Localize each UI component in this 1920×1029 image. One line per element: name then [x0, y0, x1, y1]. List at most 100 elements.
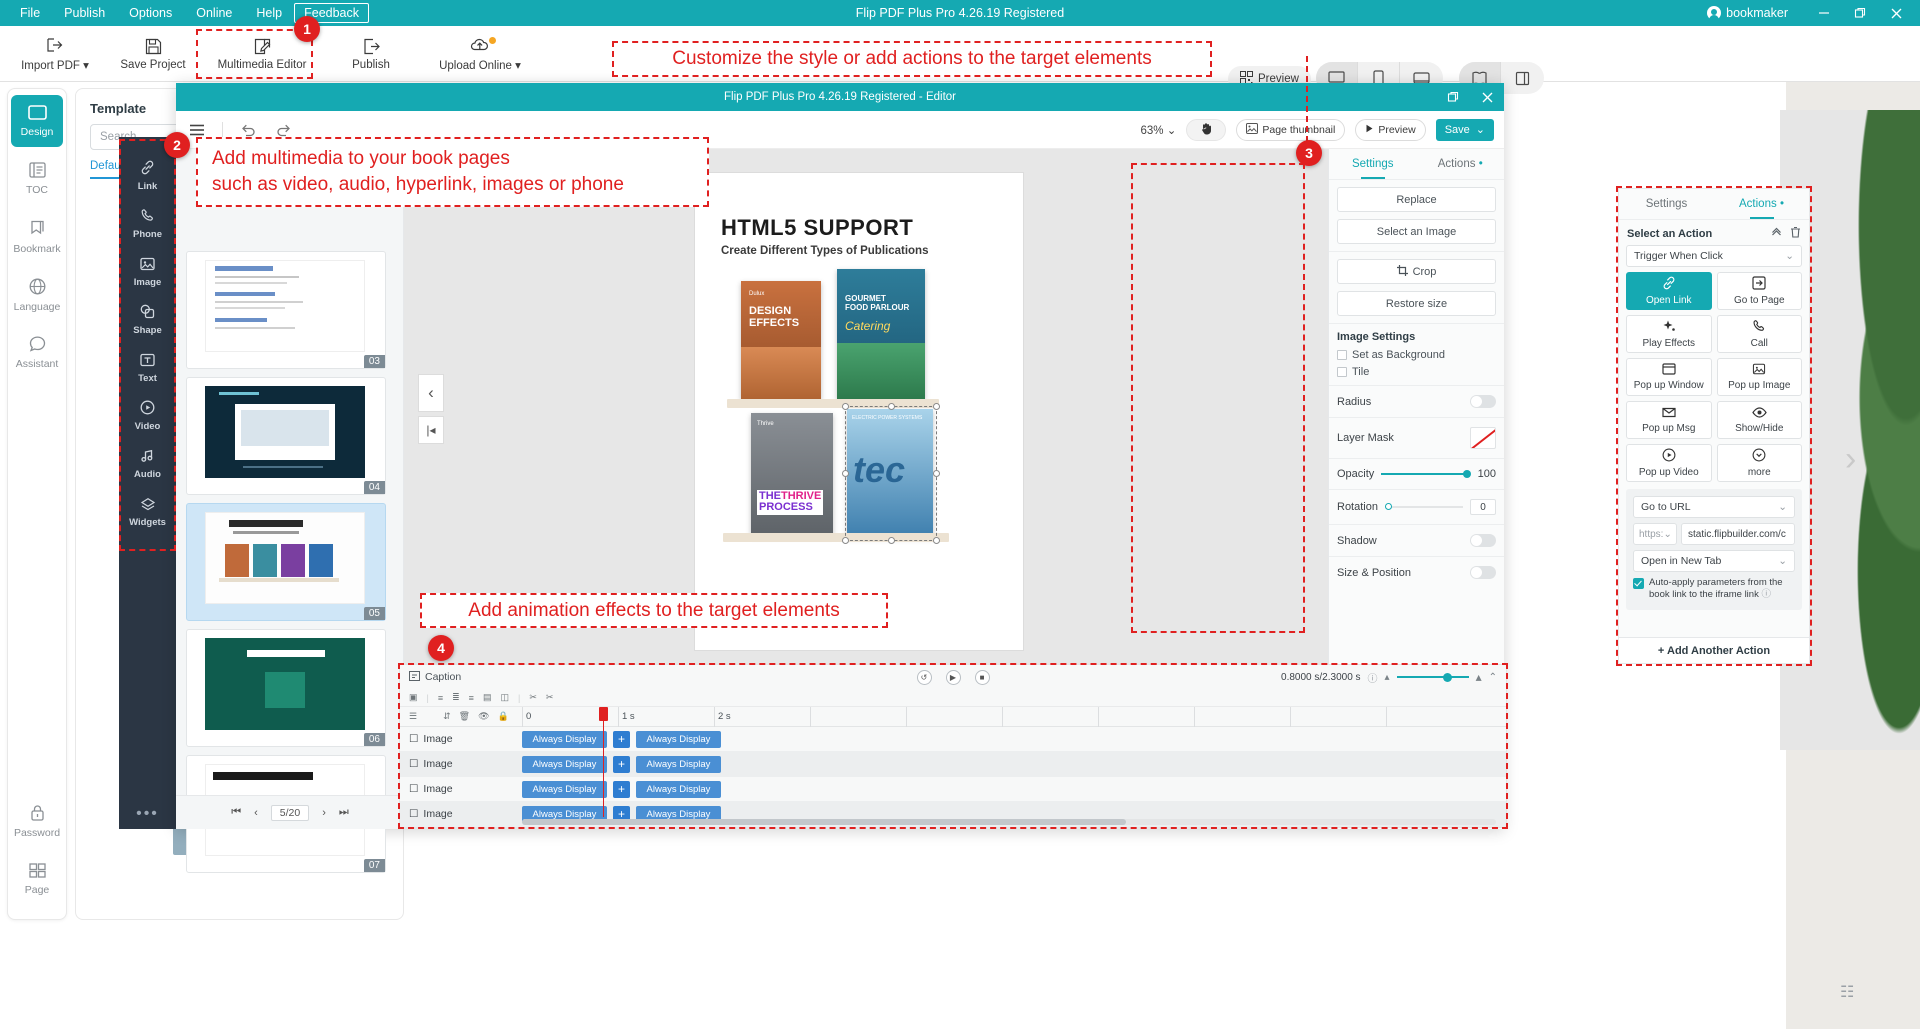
timeline-clip-left[interactable]: Always Display [522, 781, 607, 798]
sidebar-item-page[interactable]: Page [11, 853, 63, 905]
shadow-row[interactable]: Shadow [1329, 524, 1504, 556]
timeline-zoom-slider[interactable] [1397, 676, 1469, 678]
action-open-link[interactable]: Open Link [1626, 272, 1712, 310]
layers-icon[interactable]: ☰ [409, 711, 417, 722]
selection-frame[interactable] [845, 406, 937, 541]
menu-item-help[interactable]: Help [244, 3, 294, 23]
zoom-level[interactable]: 63% ⌄ [1141, 123, 1177, 137]
chevron-up-icon[interactable] [1771, 226, 1782, 241]
align-left-icon[interactable]: ≡ [438, 693, 443, 703]
cut-icon[interactable]: ✂ [529, 692, 537, 703]
editor-page-list[interactable]: 03 04 05 [176, 149, 404, 829]
action-call[interactable]: Call [1717, 315, 1803, 353]
action-pop-up-window[interactable]: Pop up Window [1626, 358, 1712, 396]
timeline-clip-left[interactable]: Always Display [522, 756, 607, 773]
auto-apply-checkbox[interactable]: Auto-apply parameters from the book link… [1633, 577, 1795, 602]
timeline-row[interactable]: ☐ Image Always Display + Always Display [400, 777, 1506, 802]
timeline-ruler[interactable]: ☰ ⇵ 🗑 👁 🔒 0 1 s 2 s [400, 707, 1506, 727]
menu-item-publish[interactable]: Publish [52, 3, 117, 23]
menu-item-file[interactable]: File [8, 3, 52, 23]
align-objects-icon[interactable]: ▣ [409, 692, 418, 703]
timeline-add-keyframe[interactable]: + [613, 731, 630, 748]
book-cover-1[interactable]: Dulux DESIGNEFFECTS [741, 281, 821, 399]
size-position-toggle[interactable] [1470, 566, 1496, 579]
mm-tool-text[interactable]: Text [119, 344, 176, 392]
opacity-row[interactable]: Opacity 100 [1329, 458, 1504, 489]
sidebar-item-toc[interactable]: TOC [11, 153, 63, 205]
mm-tool-audio[interactable]: Audio [119, 440, 176, 488]
book-cover-2[interactable]: GOURMETFOOD PARLOUR Catering [837, 269, 925, 399]
resize-grip-icon[interactable]: ☷ [1840, 982, 1854, 1002]
action-go-to-page[interactable]: Go to Page [1717, 272, 1803, 310]
action-more[interactable]: more [1717, 444, 1803, 482]
rotation-row[interactable]: Rotation 0 [1329, 489, 1504, 524]
group-icon[interactable]: ◫ [500, 692, 509, 703]
page-canvas-stage[interactable]: HTML5 SUPPORT Create Different Types of … [695, 173, 1023, 650]
prev-page-button[interactable]: ‹ [254, 807, 258, 819]
book-cover-3[interactable]: Thrive THETHRIVEPROCESS [751, 413, 833, 535]
hand-tool-button[interactable] [1186, 119, 1226, 141]
timeline-playhead[interactable] [599, 707, 608, 721]
protocol-select[interactable]: https: ⌄ [1633, 523, 1677, 545]
mm-tool-video[interactable]: Video [119, 392, 176, 440]
info-icon[interactable]: ⓘ [1761, 589, 1771, 600]
mm-tool-shape[interactable]: Shape [119, 296, 176, 344]
rotation-slider-handle[interactable] [1385, 503, 1392, 510]
target-select[interactable]: Open in New Tab ⌄ [1633, 550, 1795, 572]
trigger-select[interactable]: Trigger When Click ⌄ [1626, 245, 1802, 267]
replace-button[interactable]: Replace [1337, 187, 1496, 212]
user-account[interactable]: bookmaker [1707, 6, 1788, 20]
page-card-06[interactable]: 06 [186, 629, 386, 747]
action-pop-up-video[interactable]: Pop up Video [1626, 444, 1712, 482]
canvas-first-arrow[interactable]: |◂ [418, 416, 444, 444]
mm-tool-image[interactable]: Image [119, 248, 176, 296]
reorder-icon[interactable]: ⇵ [443, 711, 451, 722]
sidebar-item-password[interactable]: Password [11, 795, 63, 847]
link-type-select[interactable]: Go to URL ⌄ [1633, 496, 1795, 518]
sidebar-item-language[interactable]: Language [11, 269, 63, 321]
sidebar-item-bookmark[interactable]: Bookmark [11, 211, 63, 263]
replay-icon[interactable]: ↺ [917, 670, 932, 685]
layer-mask-swatch[interactable] [1470, 427, 1496, 449]
tab-actions[interactable]: Actions • [1417, 149, 1505, 179]
scissors-icon[interactable]: ✂ [546, 692, 554, 703]
tile-checkbox[interactable]: Tile [1337, 366, 1496, 378]
radius-toggle[interactable] [1470, 395, 1496, 408]
mm-tool-link[interactable]: Link [119, 152, 176, 200]
timeline-add-keyframe[interactable]: + [613, 756, 630, 773]
page-thumbnail-button[interactable]: Page thumbnail [1236, 119, 1345, 141]
close-button[interactable] [1878, 0, 1914, 26]
add-another-action-button[interactable]: + Add Another Action [1619, 637, 1809, 663]
canvas-prev-arrow[interactable]: ‹ [418, 374, 444, 412]
tab-settings[interactable]: Settings [1619, 189, 1714, 219]
minimize-button[interactable] [1806, 0, 1842, 26]
import-pdf-button[interactable]: Import PDF ▾ [6, 28, 104, 80]
delete-row-icon[interactable]: 🗑 [459, 711, 470, 722]
align-right-icon[interactable]: ≡ [469, 693, 474, 703]
page-card-05[interactable]: 05 [186, 503, 386, 621]
first-page-button[interactable]: ⏮ [231, 806, 241, 819]
page-flip-right-arrow[interactable]: › [1845, 440, 1856, 479]
restore-size-button[interactable]: Restore size [1337, 291, 1496, 316]
shadow-toggle[interactable] [1470, 534, 1496, 547]
upload-online-button[interactable]: Upload Online ▾ [420, 28, 540, 80]
timeline-clip-right[interactable]: Always Display [636, 731, 721, 748]
mm-tool-phone[interactable]: Phone [119, 200, 176, 248]
align-center-icon[interactable]: ≣ [452, 692, 460, 703]
stop-icon[interactable]: ■ [975, 670, 990, 685]
tab-actions[interactable]: Actions • [1714, 189, 1809, 219]
action-pop-up-msg[interactable]: Pop up Msg [1626, 401, 1712, 439]
tab-settings[interactable]: Settings [1329, 149, 1417, 179]
publish-button[interactable]: Publish [322, 28, 420, 80]
timeline-clip-right[interactable]: Always Display [636, 781, 721, 798]
timeline-add-keyframe[interactable]: + [613, 781, 630, 798]
set-as-background-checkbox[interactable]: Set as Background [1337, 349, 1496, 361]
timeline-row[interactable]: ☐ Image Always Display + Always Display [400, 727, 1506, 752]
editor-preview-button[interactable]: Preview [1355, 119, 1425, 141]
spread-mode-single[interactable] [1501, 62, 1543, 94]
hide-row-icon[interactable]: 👁 [478, 711, 489, 722]
layer-mask-row[interactable]: Layer Mask [1329, 417, 1504, 458]
next-page-button[interactable]: › [322, 807, 326, 819]
timeline-clip-left[interactable]: Always Display [522, 731, 607, 748]
mm-tool-widgets[interactable]: Widgets [119, 488, 176, 536]
